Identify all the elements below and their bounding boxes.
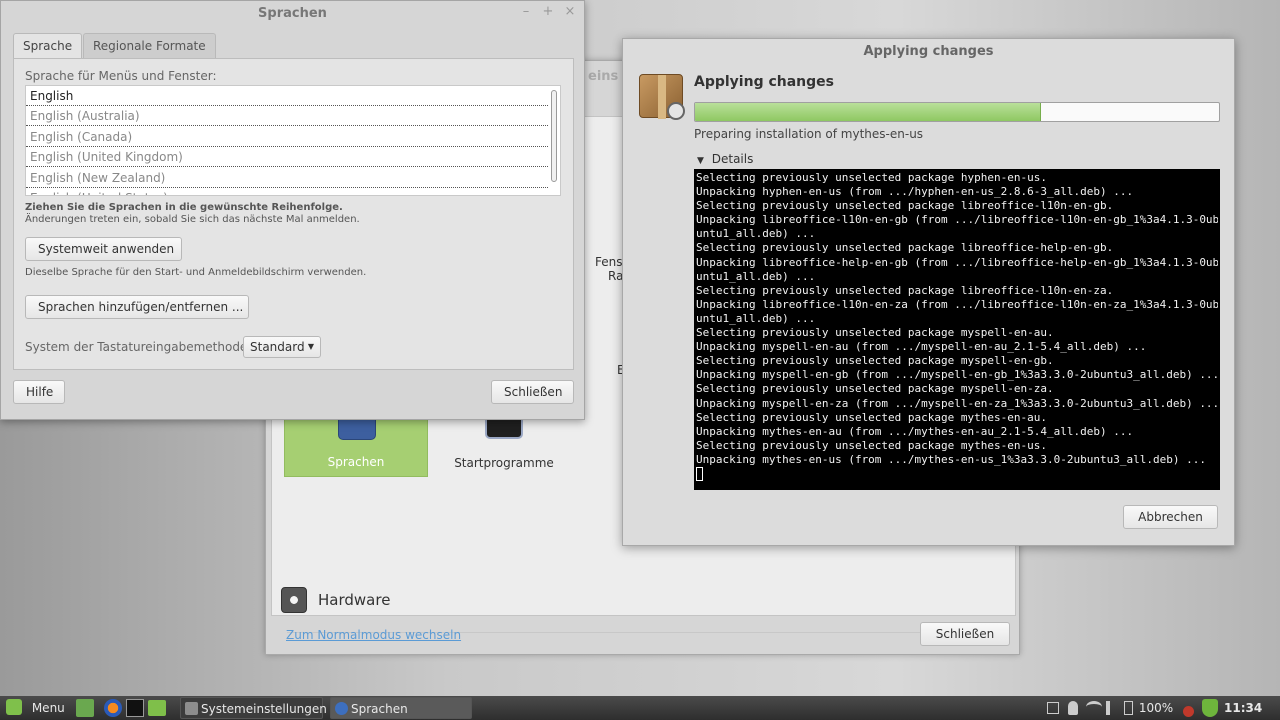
category-label: Hardware bbox=[318, 591, 391, 609]
terminal-line: Selecting previously unselected package … bbox=[696, 283, 1114, 297]
reorder-hint: Ziehen Sie die Sprachen in die gewünscht… bbox=[25, 202, 343, 213]
volume-icon[interactable] bbox=[1106, 701, 1118, 715]
input-method-label: System der Tastatureingabemethode: bbox=[25, 340, 252, 354]
terminal-line: Selecting previously unselected package … bbox=[696, 241, 1114, 255]
applying-changes-dialog: Applying changes Applying changes Prepar… bbox=[622, 38, 1235, 546]
battery-icon bbox=[1124, 701, 1133, 715]
taskbar-window-label: Sprachen bbox=[351, 702, 408, 716]
terminal-line: Selecting previously unselected package … bbox=[696, 382, 1054, 396]
notification-icon[interactable] bbox=[1183, 706, 1194, 717]
user-icon[interactable] bbox=[1068, 701, 1078, 715]
taskbar-window-label: Systemeinstellungen bbox=[201, 702, 327, 716]
details-label: Details bbox=[711, 152, 754, 166]
add-remove-languages-button[interactable]: Sprachen hinzufügen/entfernen ... bbox=[25, 295, 249, 319]
window-title: Sprachen bbox=[258, 6, 327, 21]
show-desktop-icon[interactable] bbox=[76, 699, 94, 717]
expander-arrow-icon: ▼ bbox=[697, 156, 704, 166]
input-method-value: Standard bbox=[250, 340, 305, 354]
terminal-line: Unpacking hyphen-en-us (from .../hyphen-… bbox=[696, 185, 1134, 199]
close-button[interactable]: Schließen bbox=[920, 622, 1010, 646]
package-icon bbox=[639, 74, 685, 120]
globe-icon bbox=[338, 418, 376, 440]
files-icon[interactable] bbox=[148, 700, 166, 716]
terminal-line: untu1_all.deb) ... bbox=[696, 227, 816, 241]
details-expander[interactable]: ▼ Details bbox=[697, 152, 753, 166]
terminal-line: untu1_all.deb) ... bbox=[696, 311, 816, 325]
terminal-cursor bbox=[696, 466, 1218, 482]
taskbar: Menu Systemeinstellungen Sprachen 100% 1… bbox=[0, 696, 1280, 720]
mint-logo-icon bbox=[6, 699, 22, 715]
progress-fill bbox=[695, 103, 1041, 121]
terminal-line: Selecting previously unselected package … bbox=[696, 171, 1047, 184]
terminal-line: Selecting previously unselected package … bbox=[696, 410, 1047, 424]
cancel-button[interactable]: Abbrechen bbox=[1123, 505, 1218, 529]
terminal-line: Selecting previously unselected package … bbox=[696, 354, 1054, 368]
tab-regionale-formate[interactable]: Regionale Formate bbox=[83, 33, 216, 59]
window-title: eins bbox=[588, 69, 619, 84]
dialog-heading: Applying changes bbox=[694, 74, 834, 90]
terminal-icon[interactable] bbox=[126, 699, 144, 717]
hardware-icon bbox=[281, 587, 307, 613]
menu-button[interactable]: Menu bbox=[6, 698, 65, 718]
language-item[interactable]: English (New Zealand) bbox=[26, 168, 548, 188]
close-icon[interactable]: × bbox=[562, 4, 578, 20]
terminal-line: Unpacking libreoffice-l10n-en-gb (from .… bbox=[696, 213, 1218, 227]
wifi-icon[interactable] bbox=[1086, 701, 1102, 713]
language-item[interactable]: English (Australia) bbox=[26, 106, 548, 126]
terminal-line: Unpacking mythes-en-us (from .../mythes-… bbox=[696, 452, 1206, 466]
terminal-line: Selecting previously unselected package … bbox=[696, 438, 1047, 452]
apply-system-wide-button[interactable]: Systemweit anwenden bbox=[25, 237, 182, 261]
tab-panel: Sprache für Menüs und Fenster: English E… bbox=[13, 58, 574, 370]
settings-icon bbox=[185, 702, 198, 715]
terminal-line: Unpacking mythes-en-au (from .../mythes-… bbox=[696, 424, 1134, 438]
battery-level: 100% bbox=[1138, 701, 1174, 715]
taskbar-window-sprachen[interactable]: Sprachen bbox=[330, 697, 472, 719]
gear-icon bbox=[667, 102, 685, 120]
help-button[interactable]: Hilfe bbox=[13, 380, 65, 404]
terminal-line: Unpacking myspell-en-gb (from .../myspel… bbox=[696, 368, 1218, 382]
terminal-output[interactable]: Selecting previously unselected package … bbox=[694, 169, 1220, 490]
battery-indicator[interactable]: 100% bbox=[1124, 698, 1173, 718]
list-label: Sprache für Menüs und Fenster: bbox=[25, 69, 217, 83]
tile-startprogramme[interactable]: Startprogramme bbox=[432, 417, 576, 477]
minimize-icon[interactable]: – bbox=[518, 4, 534, 20]
chevron-down-icon: ▼ bbox=[307, 342, 314, 351]
tile-label: Sprachen bbox=[327, 455, 385, 469]
globe-icon bbox=[335, 702, 348, 715]
close-button[interactable]: Schließen bbox=[491, 380, 574, 404]
window-title: Applying changes bbox=[863, 44, 994, 59]
language-item[interactable]: English (United Kingdom) bbox=[26, 147, 548, 167]
terminal-line: Selecting previously unselected package … bbox=[696, 326, 1054, 340]
language-item-english[interactable]: English bbox=[26, 86, 548, 106]
network-icon[interactable] bbox=[1047, 702, 1059, 714]
tab-sprache[interactable]: Sprache bbox=[13, 33, 83, 59]
terminal-line: Unpacking myspell-en-za (from .../myspel… bbox=[696, 396, 1218, 410]
terminal-line: Unpacking libreoffice-help-en-gb (from .… bbox=[696, 255, 1218, 269]
language-item[interactable]: English (United States) bbox=[26, 188, 548, 195]
apply-system-hint: Dieselbe Sprache für den Start- und Anme… bbox=[25, 267, 367, 278]
tile-label: Startprogramme bbox=[454, 456, 554, 470]
sprachen-window: Sprachen – + × Sprache Regionale Formate… bbox=[0, 0, 585, 420]
maximize-icon[interactable]: + bbox=[540, 4, 556, 20]
terminal-line: Unpacking myspell-en-au (from .../myspel… bbox=[696, 340, 1147, 354]
clock[interactable]: 11:34 bbox=[1224, 698, 1262, 718]
terminal-line: untu1_all.deb) ... bbox=[696, 269, 816, 283]
terminal-line: Unpacking libreoffice-l10n-en-za (from .… bbox=[696, 297, 1218, 311]
status-text: Preparing installation of mythes-en-us bbox=[694, 127, 924, 141]
relogin-hint: Änderungen treten ein, sobald Sie sich d… bbox=[25, 214, 360, 225]
menu-label: Menu bbox=[31, 701, 65, 715]
startup-icon bbox=[485, 417, 523, 439]
taskbar-window-systemeinstellungen[interactable]: Systemeinstellungen bbox=[180, 697, 327, 719]
firefox-icon[interactable] bbox=[104, 699, 122, 717]
shield-icon[interactable] bbox=[1202, 699, 1218, 717]
terminal-line: Selecting previously unselected package … bbox=[696, 199, 1114, 213]
language-item[interactable]: English (Canada) bbox=[26, 127, 548, 147]
normal-mode-link[interactable]: Zum Normalmodus wechseln bbox=[286, 628, 461, 642]
input-method-select[interactable]: Standard ▼ bbox=[243, 336, 321, 358]
tile-sprachen[interactable]: Sprachen bbox=[284, 417, 428, 477]
list-scrollbar[interactable] bbox=[551, 90, 557, 182]
progress-bar bbox=[694, 102, 1220, 122]
language-list[interactable]: English English (Australia) English (Can… bbox=[25, 85, 561, 196]
